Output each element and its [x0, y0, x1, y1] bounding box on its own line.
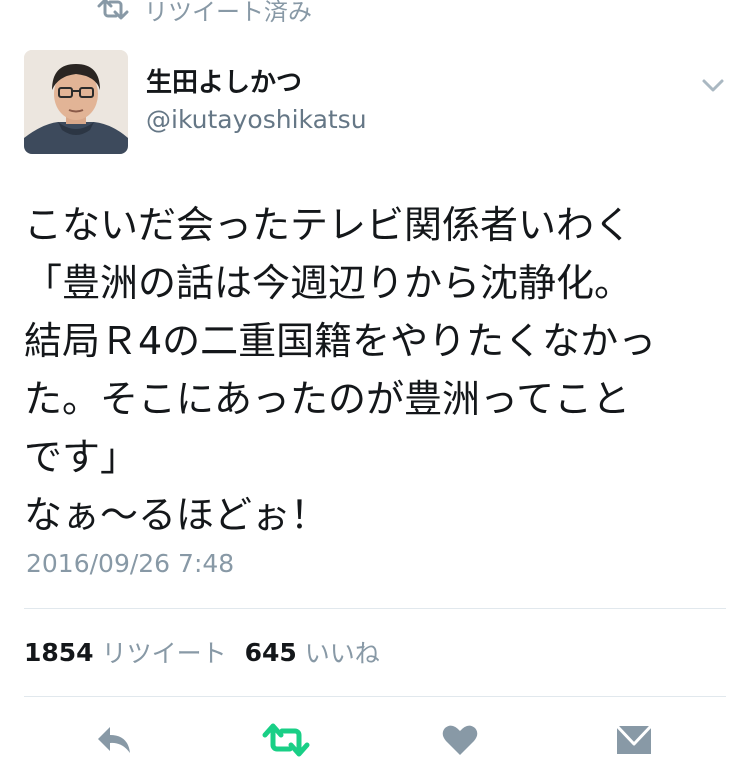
envelope-icon [615, 724, 653, 756]
retweet-button[interactable] [262, 720, 310, 760]
like-button[interactable] [436, 720, 484, 760]
author-handle[interactable]: @ikutayoshikatsu [146, 102, 367, 138]
tweet-line: こないだ会ったテレビ関係者いわく [24, 203, 633, 247]
retweet-count-label[interactable]: リツイート [102, 634, 227, 670]
reply-button[interactable] [90, 720, 138, 760]
action-bar [0, 720, 750, 764]
author-display-name[interactable]: 生田よしかつ [146, 66, 367, 100]
direct-message-button[interactable] [610, 720, 658, 760]
divider [24, 608, 726, 609]
tweet-text: こないだ会ったテレビ関係者いわく 「豊洲の話は今週辺りから沈静化。 結局Ｒ4の二… [24, 196, 729, 544]
retweeted-label: リツイート済み [144, 0, 312, 26]
divider [24, 696, 726, 697]
retweeted-banner: リツイート済み [96, 0, 312, 26]
retweet-icon [96, 0, 130, 20]
tweet-line: です」 [24, 435, 139, 479]
heart-icon [442, 724, 478, 756]
author-block[interactable]: 生田よしかつ @ikutayoshikatsu [146, 66, 367, 138]
like-count-label[interactable]: いいね [305, 634, 380, 670]
avatar[interactable] [24, 50, 128, 154]
tweet-line: なぁ〜るほどぉ！ [24, 493, 329, 537]
tweet-line: 結局Ｒ4の二重国籍をやりたくなかっ [24, 319, 657, 363]
like-count[interactable]: 645 [245, 638, 297, 667]
reply-icon [94, 723, 134, 757]
tweet-timestamp: 2016/09/26 7:48 [26, 549, 235, 578]
chevron-down-icon[interactable] [700, 72, 726, 98]
retweet-icon [262, 723, 310, 757]
retweet-count[interactable]: 1854 [24, 638, 94, 667]
tweet-line: た。そこにあったのが豊洲ってこと [24, 377, 631, 421]
tweet-line: 「豊洲の話は今週辺りから沈静化。 [24, 261, 633, 305]
tweet-stats: 1854 リツイート 645 いいね [24, 634, 398, 670]
